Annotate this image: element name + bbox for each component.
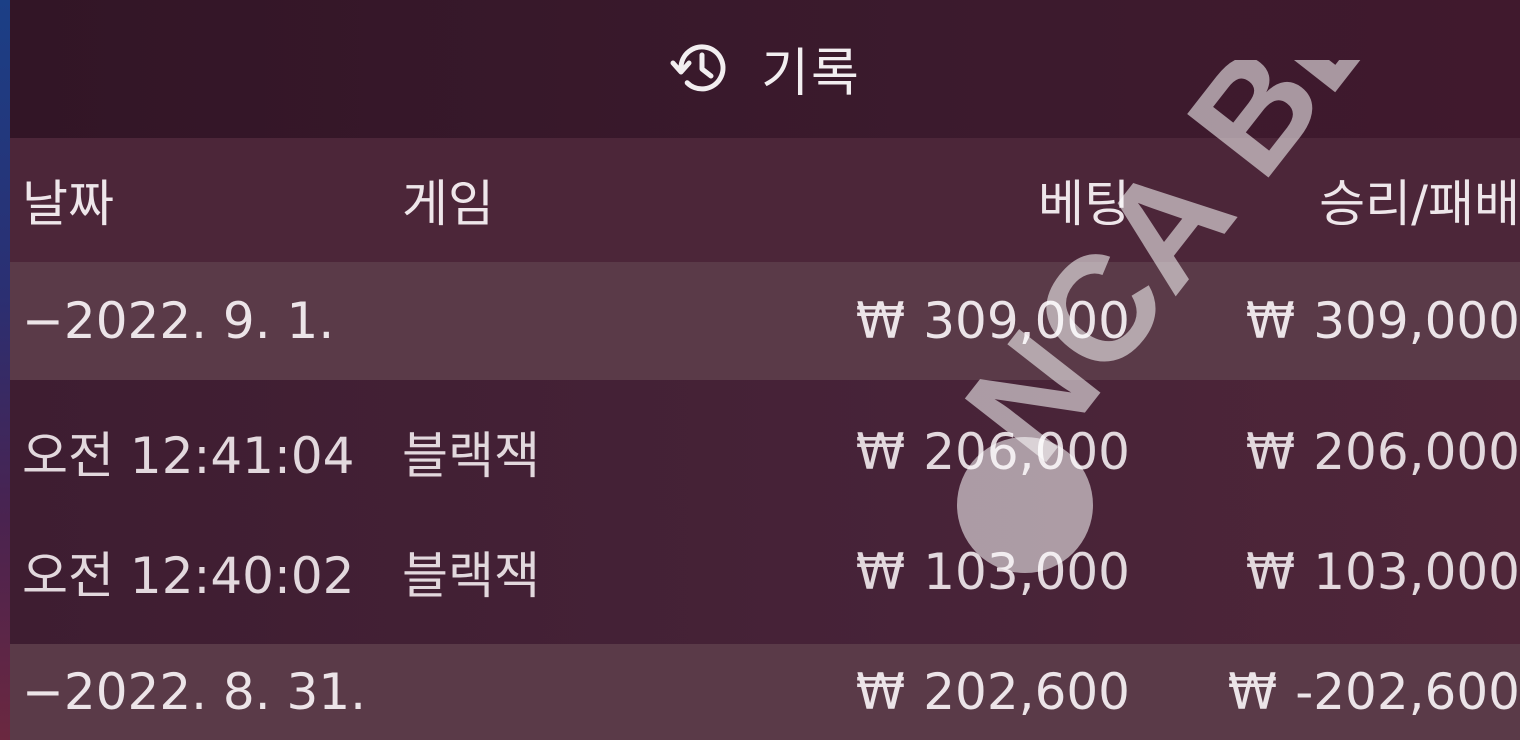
row-date: −2022. 8. 31. bbox=[22, 663, 367, 721]
column-header-game[interactable]: 게임 bbox=[402, 138, 494, 262]
background-edge bbox=[0, 0, 10, 740]
row-game: 블랙잭 bbox=[402, 547, 540, 605]
panel-title: 기록 bbox=[10, 30, 1520, 106]
row-result: ₩ 309,000 bbox=[1246, 262, 1520, 380]
won-symbol: ₩ bbox=[855, 663, 906, 721]
table-header: 날짜 게임 베팅 승리/패배 bbox=[10, 138, 1520, 262]
row-result: ₩ 206,000 bbox=[1246, 392, 1520, 512]
won-symbol: ₩ bbox=[1245, 423, 1296, 481]
row-result-amount: 309,000 bbox=[1313, 292, 1520, 350]
row-date: −2022. 9. 1. bbox=[22, 292, 335, 350]
date-group-row[interactable]: −2022. 9. 1. ₩ 309,000 ₩ 309,000 bbox=[10, 262, 1520, 380]
row-bet-amount: 206,000 bbox=[923, 423, 1130, 481]
won-symbol: ₩ bbox=[1245, 292, 1296, 350]
row-game: 블랙잭 bbox=[402, 427, 540, 485]
table-row[interactable]: 오전 12:40:02 블랙잭 ₩ 103,000 ₩ 103,000 bbox=[10, 512, 1520, 632]
table-row[interactable]: 오전 12:41:04 블랙잭 ₩ 206,000 ₩ 206,000 bbox=[10, 392, 1520, 512]
row-bet: ₩ 202,600 bbox=[856, 644, 1130, 740]
row-result-amount: -202,600 bbox=[1295, 663, 1520, 721]
row-bet-amount: 202,600 bbox=[923, 663, 1130, 721]
row-time: 오전 12:40:02 bbox=[22, 547, 355, 605]
row-time: 오전 12:41:04 bbox=[22, 427, 355, 485]
column-header-result[interactable]: 승리/패배 bbox=[1319, 138, 1520, 262]
row-bet-amount: 103,000 bbox=[923, 543, 1130, 601]
history-panel: 기록 날짜 게임 베팅 승리/패배 −2022. 9. 1. ₩ 309,000… bbox=[10, 0, 1520, 740]
row-result-amount: 103,000 bbox=[1313, 543, 1520, 601]
history-icon bbox=[670, 44, 726, 92]
row-bet: ₩ 103,000 bbox=[856, 512, 1130, 632]
row-bet-amount: 309,000 bbox=[923, 292, 1130, 350]
row-result: ₩ 103,000 bbox=[1246, 512, 1520, 632]
row-result-amount: 206,000 bbox=[1313, 423, 1520, 481]
column-header-date[interactable]: 날짜 bbox=[22, 138, 114, 262]
won-symbol: ₩ bbox=[855, 423, 906, 481]
row-bet: ₩ 206,000 bbox=[856, 392, 1130, 512]
won-symbol: ₩ bbox=[1245, 543, 1296, 601]
won-symbol: ₩ bbox=[855, 543, 906, 601]
won-symbol: ₩ bbox=[1227, 663, 1278, 721]
panel-header: 기록 bbox=[10, 0, 1520, 138]
row-result: ₩ -202,600 bbox=[1228, 644, 1520, 740]
page-title: 기록 bbox=[761, 43, 861, 104]
date-group-row[interactable]: −2022. 8. 31. ₩ 202,600 ₩ -202,600 bbox=[10, 644, 1520, 740]
column-header-bet[interactable]: 베팅 bbox=[1038, 138, 1130, 262]
won-symbol: ₩ bbox=[855, 292, 906, 350]
row-bet: ₩ 309,000 bbox=[856, 262, 1130, 380]
